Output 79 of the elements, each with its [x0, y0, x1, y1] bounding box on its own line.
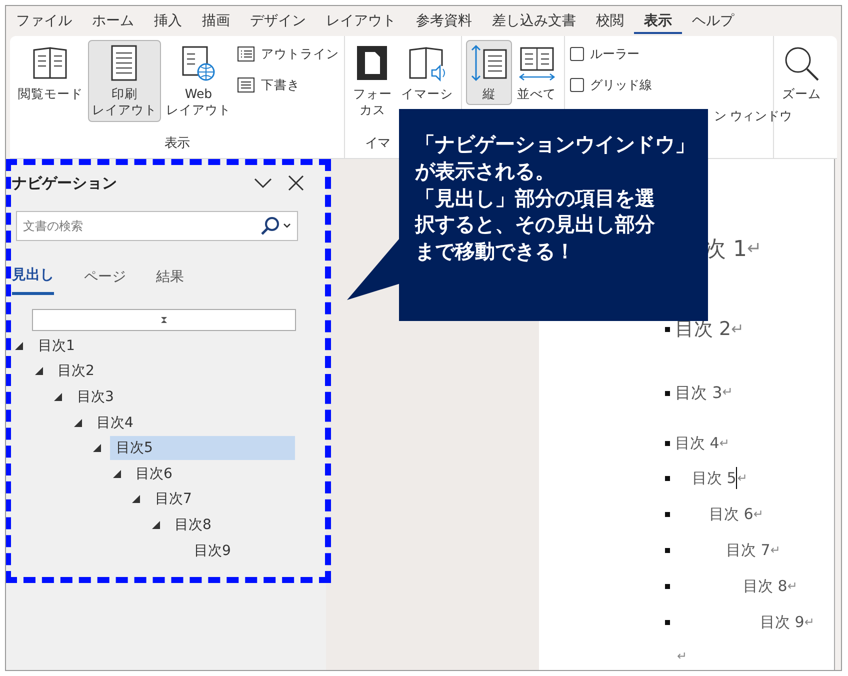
expanded-arrow-icon[interactable]: [34, 366, 44, 376]
heading-text: 目次 9: [760, 612, 804, 633]
paragraph-mark: ↵: [747, 238, 762, 262]
paragraph-mark: ↵: [804, 614, 814, 632]
ribbon-button[interactable]: ズーム: [778, 40, 825, 106]
group-label: イマ: [365, 136, 390, 151]
heading-item[interactable]: 目次3: [71, 384, 120, 409]
book-icon: [32, 44, 70, 82]
heading-text: 目次 3: [675, 382, 722, 404]
expanded-arrow-icon[interactable]: [14, 340, 24, 351]
expanded-arrow-icon[interactable]: [112, 468, 122, 479]
menu-tab[interactable]: ファイル: [6, 8, 82, 34]
menu-tab[interactable]: 挿入: [144, 8, 192, 34]
checkbox[interactable]: [570, 78, 584, 92]
menu-tab[interactable]: レイアウト: [316, 8, 406, 34]
paragraph-mark: ↵: [737, 470, 748, 488]
lines-icon: [237, 77, 255, 94]
paragraph-mark: ↵: [677, 648, 688, 665]
heading-item[interactable]: 目次4: [90, 410, 140, 435]
ribbon-button[interactable]: 下書き: [236, 74, 340, 96]
ribbon-button[interactable]: Web レイアウト: [162, 40, 235, 122]
expanded-arrow-icon[interactable]: [92, 443, 102, 454]
ribbon-label: ン ウィンドウ: [713, 106, 793, 124]
checkbox-label[interactable]: ルーラー: [590, 45, 640, 64]
heading-item[interactable]: 目次2: [52, 359, 100, 384]
heading-text: 目次 6: [709, 504, 754, 525]
paragraph-mark: ↵: [722, 384, 733, 402]
caret-icon[interactable]: [282, 222, 292, 230]
paragraph-mark: ↵: [770, 542, 780, 560]
expanded-arrow-icon[interactable]: [53, 392, 63, 402]
ribbon-button[interactable]: アウトライン: [236, 44, 340, 65]
paragraph-mark: ↵: [719, 435, 730, 452]
menu-tab[interactable]: 描画: [192, 8, 240, 34]
vertical-scroll-icon: [470, 44, 508, 82]
heading-text: 目次 8: [743, 576, 788, 597]
group-label: 表示: [164, 136, 190, 151]
paragraph-mark: ↵: [753, 506, 764, 524]
list-icon: [237, 46, 255, 62]
heading-text: 目次 7: [726, 540, 770, 561]
paragraph-mark: ↵: [787, 578, 798, 596]
checkbox-label[interactable]: グリッド線: [590, 76, 652, 94]
search-icon[interactable]: [260, 216, 280, 236]
heading-item[interactable]: 目次1: [32, 334, 81, 358]
menu-tab[interactable]: 差し込み文書: [482, 8, 586, 34]
pane-tab[interactable]: 見出し: [12, 265, 54, 295]
ribbon-button[interactable]: フォー カス: [349, 40, 396, 122]
scroll-arrow-icon: [161, 317, 167, 323]
expanded-arrow-icon[interactable]: [131, 494, 141, 504]
expanded-arrow-icon[interactable]: [72, 418, 82, 428]
collapse-button[interactable]: [254, 177, 272, 189]
heading-item[interactable]: 目次8: [168, 512, 218, 537]
ribbon-button[interactable]: 閲覧モード: [14, 40, 87, 106]
paragraph-mark: ↵: [731, 318, 744, 340]
checkbox[interactable]: [570, 47, 584, 62]
expanded-arrow-icon[interactable]: [150, 520, 160, 530]
menu-tab[interactable]: ヘルプ: [682, 8, 744, 34]
ribbon-button[interactable]: イマーシ: [397, 40, 457, 106]
ribbon-button[interactable]: 縦: [466, 40, 512, 106]
heading-item[interactable]: 目次6: [130, 462, 178, 486]
ribbon-button[interactable]: 並べて: [513, 40, 560, 106]
menu-tab[interactable]: 参考資料: [406, 8, 482, 34]
pane-tab[interactable]: 結果: [156, 265, 184, 295]
search-field[interactable]: 文書の検索: [16, 211, 298, 241]
heading-text: 目次 4: [675, 433, 720, 454]
pane-title: ナビゲーション: [12, 172, 117, 194]
ribbon-button[interactable]: 印刷 レイアウト: [88, 40, 161, 122]
heading-item[interactable]: 目次5: [110, 436, 295, 460]
pane-tab[interactable]: ページ: [84, 265, 126, 295]
menu-tab[interactable]: ホーム: [82, 8, 144, 34]
globe-page-icon: [180, 44, 218, 82]
close-button[interactable]: [288, 175, 304, 191]
heading-text: 目次 5: [692, 468, 736, 489]
menu-tab[interactable]: デザイン: [240, 8, 316, 34]
heading-item[interactable]: 目次7: [149, 487, 198, 512]
menu-tab[interactable]: 校閲: [586, 8, 634, 34]
callout: 「ナビゲーションウインドウ」 が表示される。 「見出し」部分の項目を選 択すると、その見出し部分 まで移動できる！: [399, 109, 708, 321]
heading-item[interactable]: 目次9: [188, 538, 237, 563]
speaker-book-icon: [408, 44, 446, 82]
menu-tab[interactable]: 表示: [634, 8, 682, 34]
